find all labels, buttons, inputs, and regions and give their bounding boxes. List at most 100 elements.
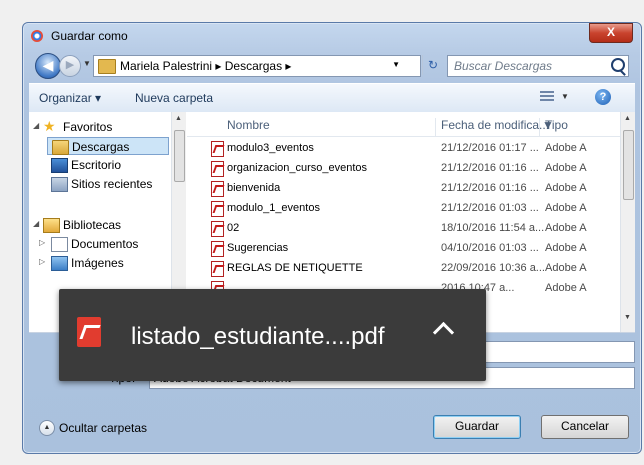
file-list-scrollbar[interactable]: ▲ ▼	[620, 112, 635, 332]
file-type: Adobe A	[545, 222, 587, 234]
file-row[interactable]: 02 18/10/2016 11:54 a... Adobe A	[187, 218, 621, 238]
sidebar-item-label: Imágenes	[71, 256, 124, 270]
cancel-button[interactable]: Cancelar	[541, 415, 629, 439]
pdf-file-icon	[211, 221, 224, 237]
file-type: Adobe A	[545, 242, 587, 254]
file-name: 02	[227, 222, 240, 234]
file-row[interactable]: organizacion_curso_eventos 21/12/2016 01…	[187, 158, 621, 178]
file-date: 22/09/2016 10:36 a...	[441, 262, 545, 274]
recent-places-icon	[51, 177, 68, 192]
new-folder-button[interactable]: Nueva carpeta	[135, 91, 213, 105]
sidebar-item-label: Documentos	[71, 237, 139, 251]
file-name: modulo_1_eventos	[227, 202, 320, 214]
file-row[interactable]: Sugerencias 04/10/2016 01:03 ... Adobe A	[187, 238, 621, 258]
file-row[interactable]: modulo_1_eventos 21/12/2016 01:03 ... Ad…	[187, 198, 621, 218]
pdf-file-icon	[211, 181, 224, 197]
search-placeholder: Buscar Descargas	[454, 59, 553, 73]
address-bar[interactable]: Mariela Palestrini ▸ Descargas ▸ ▼	[93, 55, 421, 77]
pdf-file-icon	[211, 161, 224, 177]
file-date: 04/10/2016 01:03 ...	[441, 242, 539, 254]
file-date: 21/12/2016 01:17 ...	[441, 142, 539, 154]
title-bar: Guardar como X	[23, 23, 641, 49]
window-title: Guardar como	[51, 29, 128, 43]
column-divider[interactable]	[539, 118, 540, 136]
file-name: modulo3_eventos	[227, 142, 314, 154]
pdf-file-icon	[77, 317, 101, 347]
save-button[interactable]: Guardar	[433, 415, 521, 439]
documents-icon	[51, 237, 68, 252]
pdf-file-icon	[211, 201, 224, 217]
sidebar-item-label: Escritorio	[71, 158, 122, 172]
hide-folders-button[interactable]: Ocultar carpetas	[59, 421, 147, 435]
file-type: Adobe A	[545, 262, 587, 274]
scroll-thumb[interactable]	[623, 130, 634, 200]
save-as-dialog: Guardar como X ◀ ▶ ▼ Mariela Palestrini …	[22, 22, 642, 454]
scroll-up-icon[interactable]: ▲	[175, 115, 182, 122]
refresh-icon[interactable]: ↻	[422, 55, 443, 75]
sidebar-item-documentos[interactable]: ▷ Documentos	[29, 235, 169, 253]
file-type: Adobe A	[545, 202, 587, 214]
back-arrow-icon[interactable]: ◀	[35, 53, 61, 79]
expand-arrow-icon[interactable]: ◢	[33, 219, 39, 228]
search-icon[interactable]	[611, 58, 625, 72]
sidebar-item-label: Sitios recientes	[71, 177, 153, 191]
view-options-icon[interactable]	[540, 91, 554, 103]
column-header-name[interactable]: Nombre	[227, 118, 270, 132]
column-divider[interactable]	[435, 118, 436, 136]
view-dropdown-icon[interactable]: ▼	[561, 92, 569, 101]
scroll-up-icon[interactable]: ▲	[624, 115, 631, 122]
scroll-down-icon[interactable]: ▼	[624, 314, 631, 321]
search-input[interactable]: Buscar Descargas	[447, 55, 629, 77]
sidebar-item-label: Favoritos	[63, 120, 113, 134]
column-header-date[interactable]: Fecha de modifica...	[441, 118, 549, 132]
file-date: 21/12/2016 01:16 ...	[441, 162, 539, 174]
libraries-icon	[43, 218, 60, 233]
downloads-folder-icon	[52, 140, 69, 155]
file-name: REGLAS DE NETIQUETTE	[227, 262, 363, 274]
file-date: 18/10/2016 11:54 a...	[441, 222, 545, 234]
download-filename[interactable]: listado_estudiante....pdf	[131, 323, 385, 351]
file-type: Adobe A	[545, 282, 587, 294]
forward-arrow-icon[interactable]: ▶	[59, 55, 81, 77]
pdf-file-icon	[211, 261, 224, 277]
sidebar-item-descargas[interactable]: Descargas	[47, 137, 169, 155]
images-icon	[51, 256, 68, 271]
dialog-footer: ▲ Ocultar carpetas Guardar Cancelar	[29, 405, 635, 445]
address-dropdown-icon[interactable]: ▼	[392, 60, 400, 69]
chevron-up-icon[interactable]	[433, 319, 453, 339]
recent-pages-dropdown-icon[interactable]: ▼	[83, 59, 91, 68]
breadcrumb[interactable]: Mariela Palestrini ▸ Descargas ▸	[120, 59, 291, 73]
file-type: Adobe A	[545, 142, 587, 154]
star-icon: ★	[43, 118, 56, 134]
organize-button[interactable]: Organizar ▾	[39, 91, 101, 105]
sidebar-item-imagenes[interactable]: ▷ Imágenes	[29, 254, 169, 272]
help-icon[interactable]: ?	[595, 89, 611, 105]
file-date: 21/12/2016 01:03 ...	[441, 202, 539, 214]
sidebar-item-sitios-recientes[interactable]: Sitios recientes	[47, 175, 169, 193]
chrome-icon	[31, 30, 43, 42]
sidebar-item-escritorio[interactable]: Escritorio	[47, 156, 169, 174]
file-row[interactable]: REGLAS DE NETIQUETTE 22/09/2016 10:36 a.…	[187, 258, 621, 278]
sidebar-item-bibliotecas[interactable]: ◢ Bibliotecas	[29, 216, 169, 234]
file-name: organizacion_curso_eventos	[227, 162, 368, 174]
file-type: Adobe A	[545, 182, 587, 194]
sidebar-item-label: Bibliotecas	[63, 218, 122, 232]
collapse-icon[interactable]: ▲	[39, 420, 55, 436]
column-header-type[interactable]: Tipo	[545, 118, 568, 132]
command-toolbar: Organizar ▾ Nueva carpeta ▼ ?	[29, 83, 635, 113]
sidebar-item-favoritos[interactable]: ◢ ★ Favoritos	[29, 118, 169, 136]
close-button[interactable]: X	[589, 23, 633, 43]
file-type: Adobe A	[545, 162, 587, 174]
file-row[interactable]: bienvenida 21/12/2016 01:16 ... Adobe A	[187, 178, 621, 198]
file-row[interactable]: modulo3_eventos 21/12/2016 01:17 ... Ado…	[187, 138, 621, 158]
expand-arrow-icon[interactable]: ▷	[39, 257, 45, 266]
scroll-thumb[interactable]	[174, 130, 185, 182]
file-name: bienvenida	[227, 182, 281, 194]
pdf-file-icon	[211, 241, 224, 257]
folder-icon	[98, 59, 116, 74]
expand-arrow-icon[interactable]: ▷	[39, 238, 45, 247]
download-notification[interactable]: listado_estudiante....pdf	[59, 289, 486, 381]
desktop-icon	[51, 158, 68, 173]
expand-arrow-icon[interactable]: ◢	[33, 121, 39, 130]
pdf-file-icon	[211, 141, 224, 157]
